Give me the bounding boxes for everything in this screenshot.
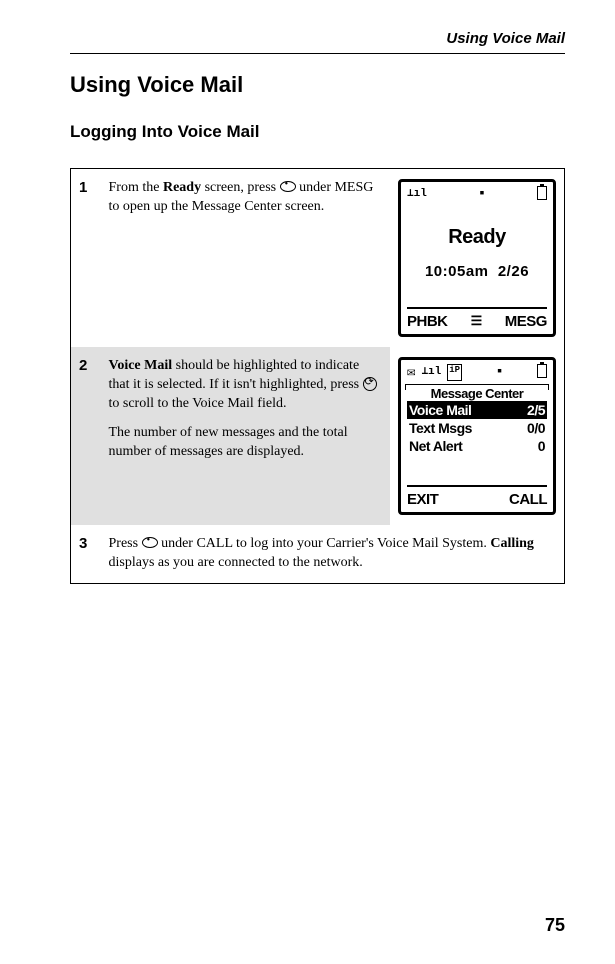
text-fragment: under CALL to log into your Carrier's Vo… xyxy=(158,536,491,551)
row-label: Text Msgs xyxy=(409,420,472,436)
battery-icon xyxy=(537,364,547,378)
message-center-title: Message Center xyxy=(405,384,549,401)
softkey-icon xyxy=(142,537,158,548)
page-subtitle: Logging Into Voice Mail xyxy=(70,122,565,142)
row-label: Net Alert xyxy=(409,438,462,454)
step-number: 2 xyxy=(71,347,101,525)
text-fragment: Press xyxy=(109,536,142,551)
date-text: 2/26 xyxy=(498,263,529,280)
steps-table: 1 From the Ready screen, press under MES… xyxy=(70,168,565,584)
running-header: Using Voice Mail xyxy=(70,30,565,47)
mail-icon: ✉ xyxy=(407,364,415,381)
page-title: Using Voice Mail xyxy=(70,72,565,98)
softkey-left: PHBK xyxy=(407,313,448,330)
text-fragment: screen, press xyxy=(201,180,280,195)
text-fragment: to scroll to the Voice Mail field. xyxy=(109,396,287,411)
mc-row-textmsgs: Text Msgs 0/0 xyxy=(407,419,547,437)
step-text: Voice Mail should be highlighted to indi… xyxy=(101,347,391,525)
status-indicator: ▪ xyxy=(478,186,486,202)
softkey-mid-icon: ☰ xyxy=(471,313,482,330)
row-value: 0 xyxy=(538,438,545,454)
battery-icon xyxy=(537,186,547,200)
step-number: 3 xyxy=(71,525,101,583)
header-rule xyxy=(70,53,565,54)
time-text: 10:05am xyxy=(425,263,489,280)
step-row-2: 2 Voice Mail should be highlighted to in… xyxy=(71,347,565,525)
step-text: Press under CALL to log into your Carrie… xyxy=(101,525,565,583)
softkey-right: CALL xyxy=(509,491,547,508)
scroll-key-icon xyxy=(363,377,377,391)
phone-screen-message-center: ✉ ⊥ıl iP ▪ Message Center Voice Mail 2/5… xyxy=(398,357,556,515)
bold-text: Ready xyxy=(163,180,201,195)
softkey-left: EXIT xyxy=(407,491,438,508)
signal-icon: ⊥ıl xyxy=(407,186,427,200)
screen-cell: ⊥ıl ▪ Ready 10:05am 2/26 PHBK ☰ MESG xyxy=(390,169,565,348)
step-paragraph: The number of new messages and the total… xyxy=(109,424,383,462)
step-text: From the Ready screen, press under MESG … xyxy=(101,169,391,348)
step-row-1: 1 From the Ready screen, press under MES… xyxy=(71,169,565,348)
page-number: 75 xyxy=(545,915,565,936)
step-number: 1 xyxy=(71,169,101,348)
screen-cell: ✉ ⊥ıl iP ▪ Message Center Voice Mail 2/5… xyxy=(390,347,565,525)
row-value: 2/5 xyxy=(527,402,545,418)
text-fragment: displays as you are connected to the net… xyxy=(109,555,363,570)
signal-icon: ⊥ıl xyxy=(421,364,441,381)
mc-row-voicemail: Voice Mail 2/5 xyxy=(407,401,547,419)
softkey-icon xyxy=(280,181,296,192)
row-value: 0/0 xyxy=(527,420,545,436)
status-indicator: ▪ xyxy=(495,364,503,380)
step-row-3: 3 Press under CALL to log into your Carr… xyxy=(71,525,565,583)
softkey-right: MESG xyxy=(505,313,547,330)
row-label: Voice Mail xyxy=(409,402,471,418)
text-fragment: From the xyxy=(109,180,163,195)
ip-icon: iP xyxy=(447,364,462,381)
phone-screen-ready: ⊥ıl ▪ Ready 10:05am 2/26 PHBK ☰ MESG xyxy=(398,179,556,337)
ready-label: Ready xyxy=(407,226,547,249)
mc-row-netalert: Net Alert 0 xyxy=(407,437,547,455)
bold-text: Calling xyxy=(490,536,534,551)
bold-text: Voice Mail xyxy=(109,358,173,373)
